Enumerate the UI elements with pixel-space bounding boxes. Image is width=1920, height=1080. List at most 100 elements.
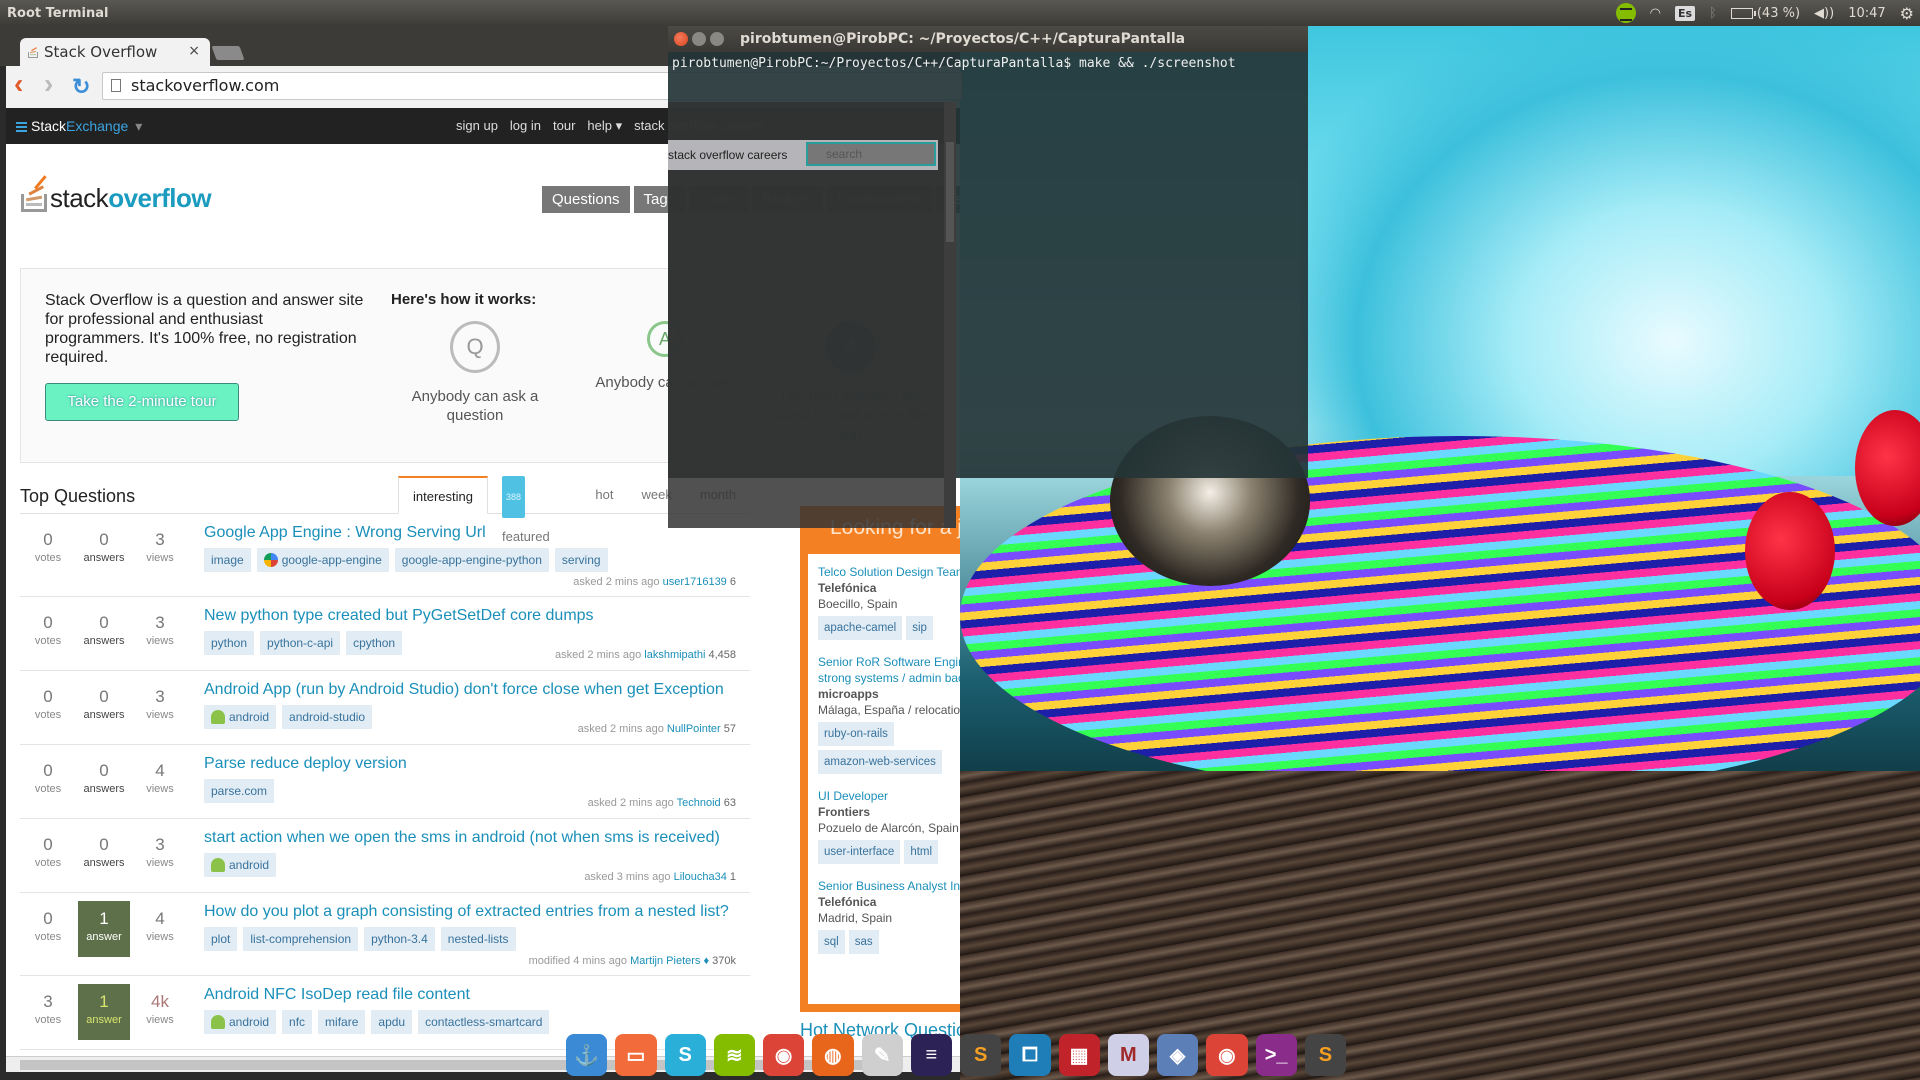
tag[interactable]: android <box>204 853 277 877</box>
tag[interactable]: apache-camel <box>818 616 903 640</box>
bluetooth-icon[interactable]: ᛒ <box>1709 6 1717 21</box>
tag[interactable]: apdu <box>371 1010 413 1034</box>
skype-icon[interactable]: S <box>664 1034 706 1076</box>
brackets-icon[interactable]: ⧠ <box>1009 1034 1051 1076</box>
battery-indicator[interactable]: (43 %) <box>1730 6 1800 21</box>
tag[interactable]: plot <box>204 927 238 951</box>
firefox-icon[interactable]: ◍ <box>812 1034 854 1076</box>
tag[interactable]: android <box>204 1010 277 1034</box>
views-label: views <box>146 857 174 869</box>
sublime-text-icon[interactable]: S <box>960 1034 1002 1076</box>
answers-number: 1 <box>99 909 109 928</box>
clock[interactable]: 10:47 <box>1848 6 1885 21</box>
virtualbox-icon[interactable]: ◈ <box>1157 1034 1199 1076</box>
tab-close-icon[interactable]: × <box>188 43 200 59</box>
user-link[interactable]: lakshmipathi <box>644 649 705 661</box>
tab-title: Stack Overflow <box>44 43 158 61</box>
job-listing: UI Developer Frontiers Pozuelo de Alarcó… <box>818 788 959 864</box>
tag[interactable]: sip <box>906 616 933 640</box>
tag[interactable]: ruby-on-rails <box>818 722 894 746</box>
volume-icon[interactable]: ◀)) <box>1814 6 1834 21</box>
question-title-link[interactable]: Android App (run by Android Studio) don'… <box>204 681 750 699</box>
minimize-window-button[interactable] <box>692 32 706 46</box>
question-title-link[interactable]: Parse reduce deploy version <box>204 755 750 773</box>
question-title-link[interactable]: start action when we open the sms in and… <box>204 829 750 847</box>
forward-button[interactable]: › <box>44 68 53 100</box>
tag[interactable]: python-c-api <box>260 631 341 655</box>
close-window-button[interactable] <box>674 32 688 46</box>
job-title-link[interactable]: Senior RoR Software Engineer with strong… <box>818 654 960 686</box>
tag[interactable]: parse.com <box>204 779 275 803</box>
question-stats: 3 votes 1 answer 4k views <box>20 984 188 1042</box>
tag[interactable]: html <box>904 840 939 864</box>
text-editor-icon[interactable]: ✎ <box>861 1034 903 1076</box>
chrome-icon-2[interactable]: ◉ <box>1206 1034 1248 1076</box>
wifi-icon[interactable]: ◠ <box>1650 6 1661 21</box>
terminal-title: pirobtumen@PirobPC: ~/Proyectos/C++/Capt… <box>740 31 1186 47</box>
job-title-link[interactable]: Telco Solution Design Team Leader <box>818 564 960 580</box>
question-body: Android NFC IsoDep read file content and… <box>204 986 750 1034</box>
take-tour-button[interactable]: Take the 2-minute tour <box>45 383 239 421</box>
question-title-link[interactable]: New python type created but PyGetSetDef … <box>204 607 750 625</box>
tag-label: mifare <box>325 1015 359 1029</box>
spotify-icon[interactable] <box>1615 3 1636 23</box>
stackoverflow-logo[interactable]: stack overflow <box>20 172 212 214</box>
tag[interactable]: user-interface <box>818 840 901 864</box>
browser-tab[interactable]: Stack Overflow × <box>20 38 210 66</box>
mendeley-icon[interactable]: M <box>1107 1034 1149 1076</box>
new-tab-button[interactable] <box>211 46 245 60</box>
tag[interactable]: python <box>204 631 255 655</box>
tag[interactable]: cpython <box>346 631 403 655</box>
tag[interactable]: serving <box>554 548 608 572</box>
user-link[interactable]: Technoid <box>677 797 721 809</box>
question-title-link[interactable]: How do you plot a graph consisting of ex… <box>204 903 750 921</box>
tag[interactable]: google-app-engine-python <box>394 548 549 572</box>
reload-button[interactable]: ↻ <box>72 74 90 100</box>
tag[interactable]: image <box>204 548 251 572</box>
back-button[interactable]: ‹ <box>14 68 23 100</box>
nav-questions[interactable]: Questions <box>542 186 630 213</box>
user-link[interactable]: Martijn Pieters ♦ <box>630 955 709 967</box>
answers-label: answers <box>83 783 125 795</box>
tag[interactable]: nfc <box>282 1010 313 1034</box>
job-title-link[interactable]: UI Developer <box>818 788 960 804</box>
stackexchange-menu[interactable]: StackExchange ▾ <box>16 118 142 135</box>
tab-featured[interactable]: 388featured <box>488 476 581 544</box>
spotify-icon[interactable]: ≋ <box>713 1034 755 1076</box>
tag[interactable]: contactless-smartcard <box>418 1010 550 1034</box>
tag[interactable]: mifare <box>318 1010 366 1034</box>
log-in-link[interactable]: log in <box>510 118 541 134</box>
keyboard-layout-indicator[interactable]: Es <box>1674 5 1696 21</box>
terminal-body[interactable]: ☆ ≡ stack overflow careers search pirobt… <box>668 52 1308 528</box>
help-menu[interactable]: help ▾ <box>587 118 622 134</box>
tag[interactable]: android <box>204 705 277 729</box>
user-link[interactable]: NullPointer <box>667 723 721 735</box>
tab-interesting[interactable]: interesting <box>398 476 488 514</box>
tag[interactable]: sas <box>848 930 879 954</box>
files-folder-icon[interactable]: ▭ <box>615 1034 657 1076</box>
user-reputation: 6 <box>729 576 736 588</box>
question-title-link[interactable]: Android NFC IsoDep read file content <box>204 986 750 1004</box>
sign-up-link[interactable]: sign up <box>456 118 498 134</box>
tag[interactable]: nested-lists <box>440 927 516 951</box>
tag[interactable]: list-comprehension <box>243 927 359 951</box>
tour-link[interactable]: tour <box>553 118 575 134</box>
app-grid-icon[interactable]: ▦ <box>1058 1034 1100 1076</box>
sublime-text-icon-2[interactable]: S <box>1304 1034 1346 1076</box>
chrome-icon[interactable]: ◉ <box>763 1034 805 1076</box>
user-link[interactable]: user1716139 <box>663 576 727 588</box>
tag[interactable]: python-3.4 <box>364 927 435 951</box>
terminal-icon[interactable]: >_ <box>1255 1034 1297 1076</box>
tab-hot[interactable]: hot <box>581 476 627 514</box>
user-link[interactable]: Lilouchа34 <box>674 871 727 883</box>
power-gear-icon[interactable]: ⚙ <box>1900 4 1914 23</box>
tag[interactable]: android-studio <box>282 705 373 729</box>
terminal-titlebar[interactable]: pirobtumen@PirobPC: ~/Proyectos/C++/Capt… <box>668 26 1308 52</box>
tag[interactable]: amazon-web-services <box>818 750 942 774</box>
job-title-link[interactable]: Senior Business Analyst Insights <box>818 878 960 894</box>
maximize-window-button[interactable] <box>710 32 724 46</box>
anchor-app-icon[interactable]: ⚓ <box>566 1034 608 1076</box>
tag[interactable]: sql <box>818 930 845 954</box>
eclipse-icon[interactable]: ≡ <box>910 1034 952 1076</box>
tag[interactable]: google-app-engine <box>256 548 389 572</box>
